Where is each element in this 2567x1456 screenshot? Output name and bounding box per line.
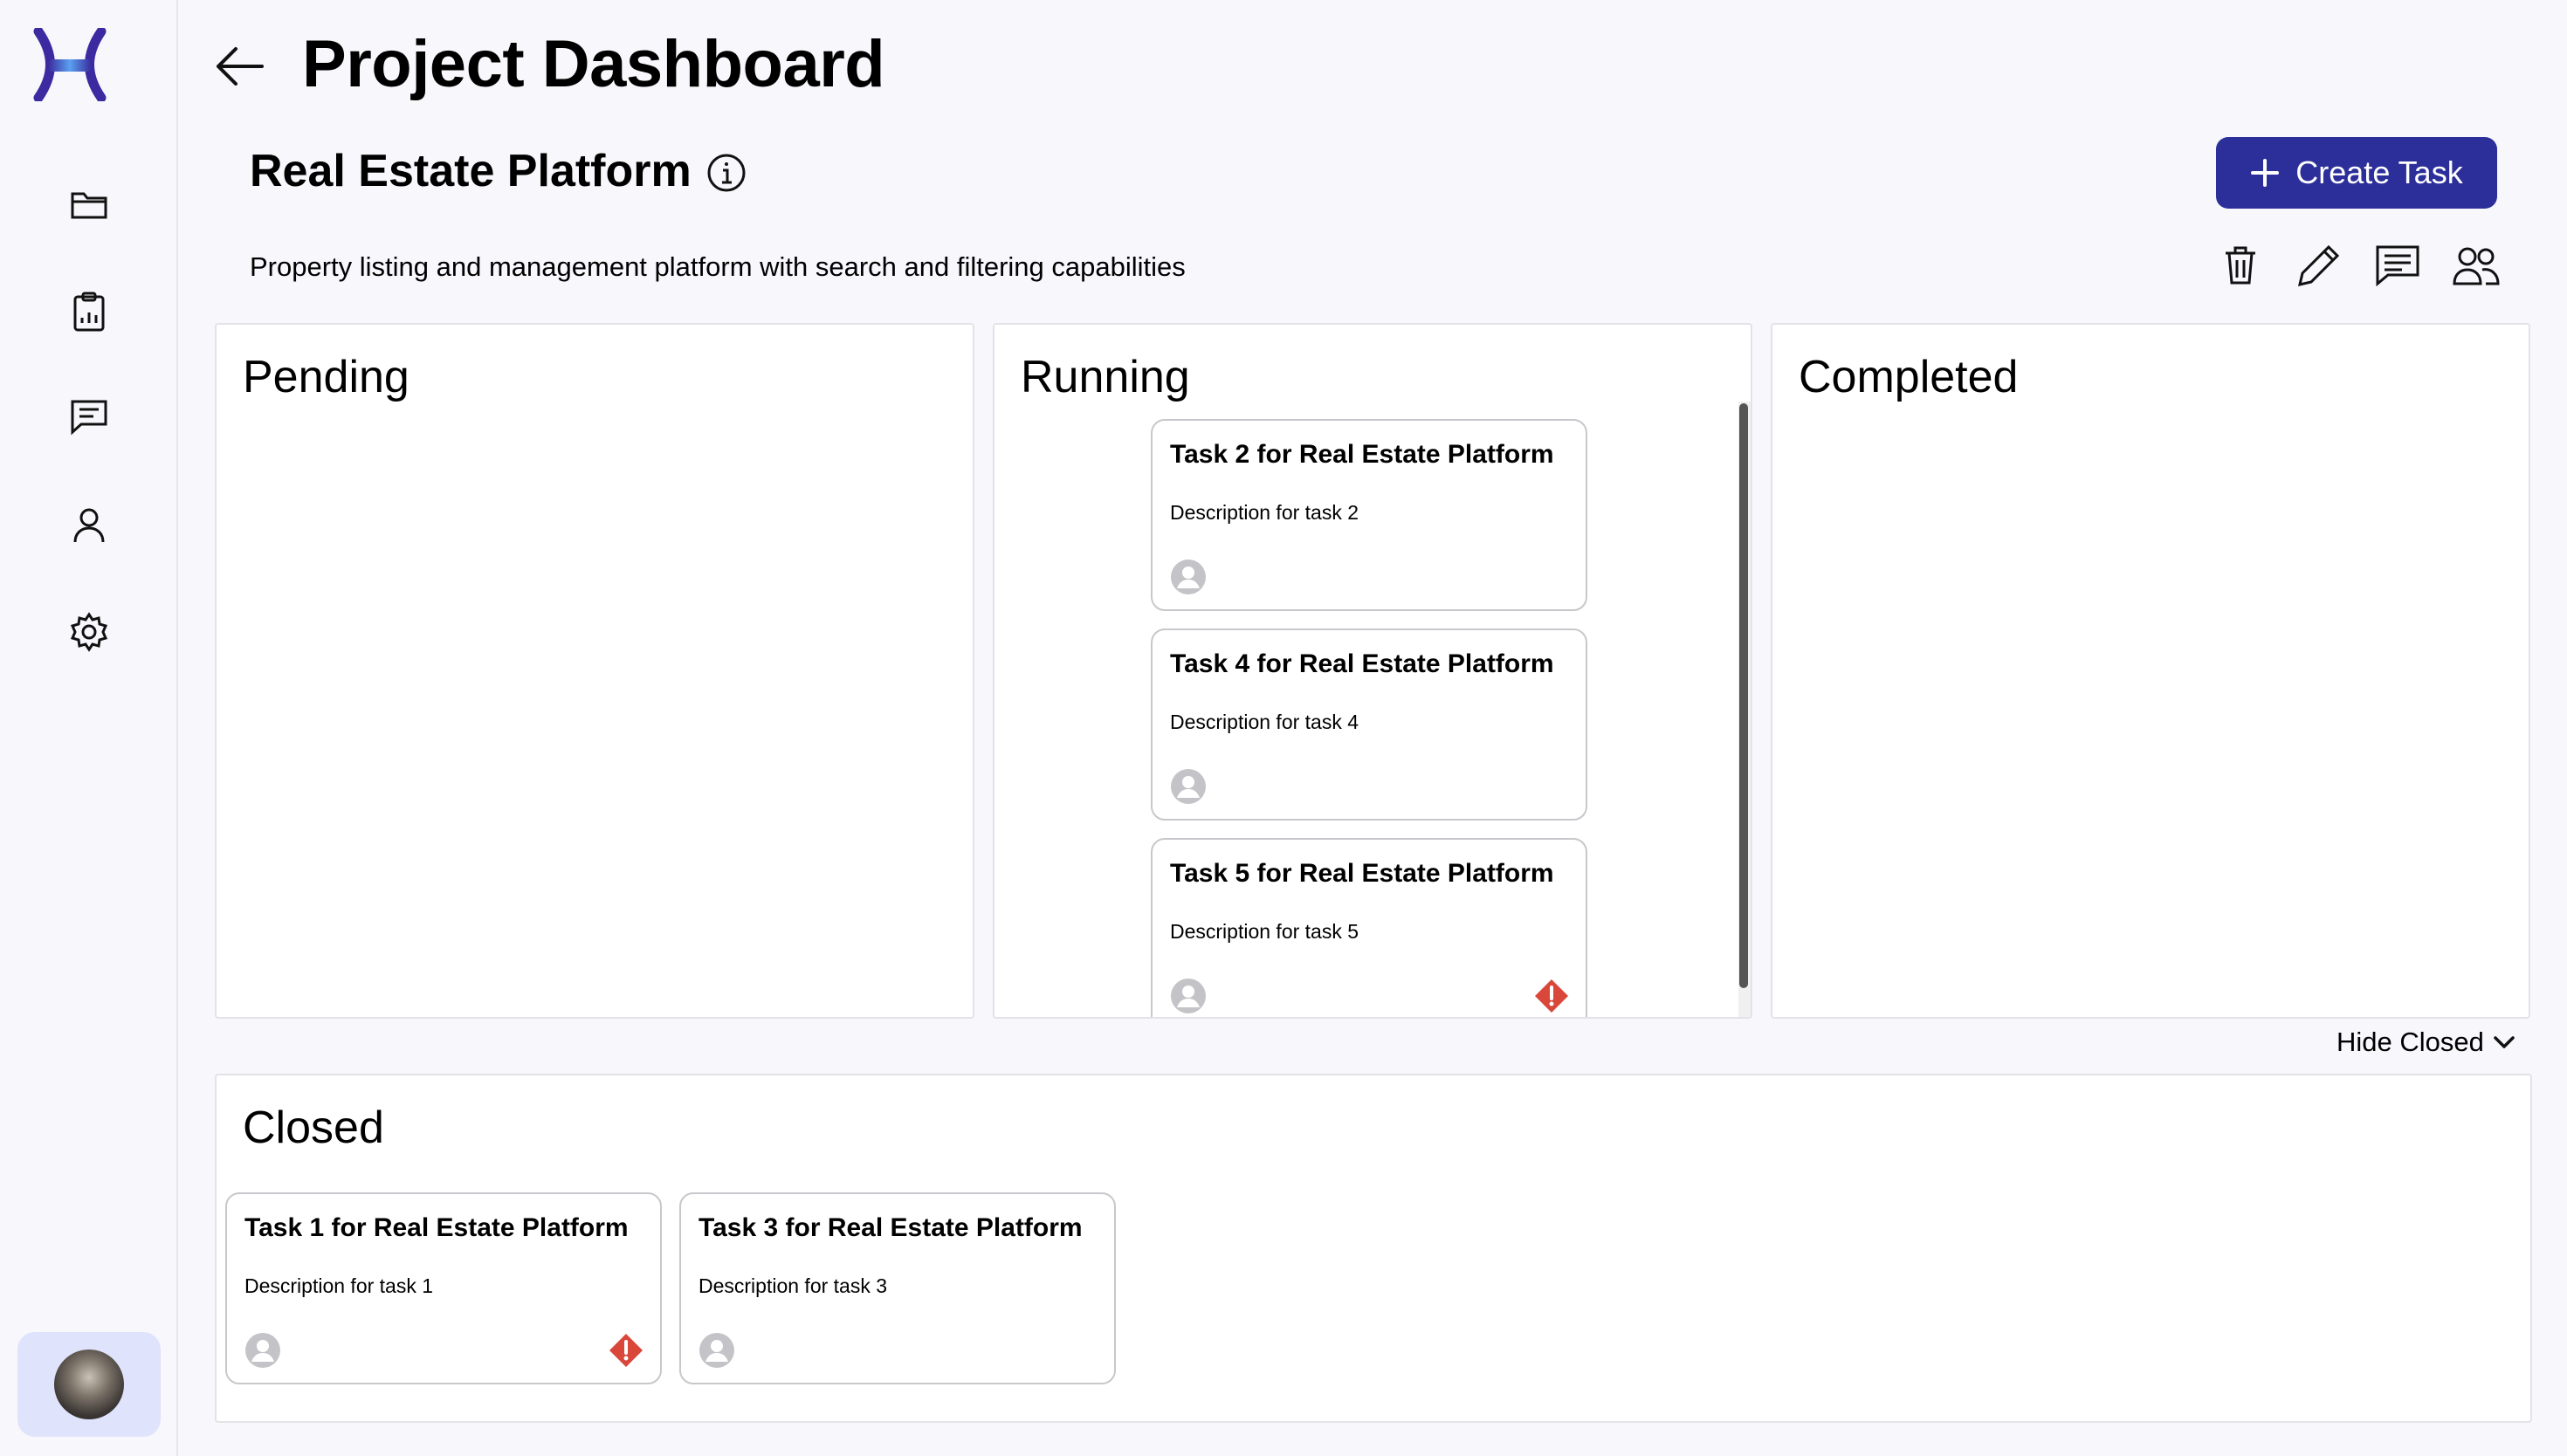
alert-icon — [1535, 979, 1568, 1013]
app-logo[interactable] — [33, 28, 107, 101]
task-card[interactable]: Task 3 for Real Estate Platform Descript… — [679, 1192, 1116, 1384]
plus-icon — [2251, 159, 2280, 187]
task-title: Task 5 for Real Estate Platform — [1170, 859, 1554, 888]
sidebar — [0, 0, 178, 1456]
comment-icon[interactable] — [2371, 241, 2424, 290]
settings-icon[interactable] — [65, 608, 114, 656]
task-card[interactable]: Task 2 for Real Estate Platform Descript… — [1151, 419, 1587, 611]
profile-button[interactable] — [17, 1332, 161, 1437]
folder-icon[interactable] — [65, 180, 114, 229]
page-title: Project Dashboard — [302, 27, 885, 101]
chat-icon[interactable] — [65, 393, 114, 442]
assignee-icon — [699, 1333, 734, 1368]
column-title: Pending — [243, 352, 409, 402]
pending-column: Pending — [215, 323, 974, 1019]
trash-icon[interactable] — [2214, 241, 2267, 290]
team-icon[interactable] — [2450, 241, 2502, 290]
running-column: Running Task 2 for Real Estate Platform … — [993, 323, 1752, 1019]
task-description: Description for task 3 — [699, 1274, 888, 1297]
task-title: Task 2 for Real Estate Platform — [1170, 440, 1554, 469]
task-title: Task 1 for Real Estate Platform — [244, 1213, 629, 1242]
user-icon[interactable] — [65, 501, 114, 550]
alert-icon — [609, 1334, 643, 1367]
completed-column: Completed — [1771, 323, 2530, 1019]
create-task-label: Create Task — [2295, 155, 2463, 190]
column-title: Completed — [1799, 352, 2019, 402]
column-title: Closed — [243, 1102, 384, 1153]
task-description: Description for task 2 — [1170, 501, 1359, 524]
task-title: Task 4 for Real Estate Platform — [1170, 649, 1554, 678]
report-icon[interactable] — [65, 288, 114, 337]
project-title: Real Estate Platform — [250, 146, 692, 196]
task-description: Description for task 5 — [1170, 920, 1359, 943]
info-icon[interactable] — [705, 152, 747, 194]
scrollbar-thumb[interactable] — [1739, 403, 1748, 988]
project-description: Property listing and management platform… — [250, 251, 1186, 282]
assignee-icon — [1171, 979, 1206, 1013]
hide-closed-toggle[interactable]: Hide Closed — [2336, 1027, 2515, 1058]
hide-closed-label: Hide Closed — [2336, 1027, 2484, 1057]
task-description: Description for task 1 — [244, 1274, 434, 1297]
task-card[interactable]: Task 5 for Real Estate Platform Descript… — [1151, 838, 1587, 1017]
avatar — [54, 1350, 124, 1419]
task-title: Task 3 for Real Estate Platform — [699, 1213, 1083, 1242]
pencil-icon[interactable] — [2293, 241, 2345, 290]
task-description: Description for task 4 — [1170, 711, 1359, 733]
assignee-icon — [1171, 560, 1206, 594]
closed-panel: Closed Task 1 for Real Estate Platform D… — [215, 1074, 2532, 1423]
assignee-icon — [245, 1333, 280, 1368]
task-card[interactable]: Task 4 for Real Estate Platform Descript… — [1151, 628, 1587, 821]
create-task-button[interactable]: Create Task — [2216, 137, 2497, 209]
task-card[interactable]: Task 1 for Real Estate Platform Descript… — [225, 1192, 662, 1384]
assignee-icon — [1171, 769, 1206, 804]
back-arrow-icon[interactable] — [213, 42, 265, 91]
chevron-down-icon — [2494, 1036, 2515, 1048]
column-title: Running — [1021, 352, 1190, 402]
